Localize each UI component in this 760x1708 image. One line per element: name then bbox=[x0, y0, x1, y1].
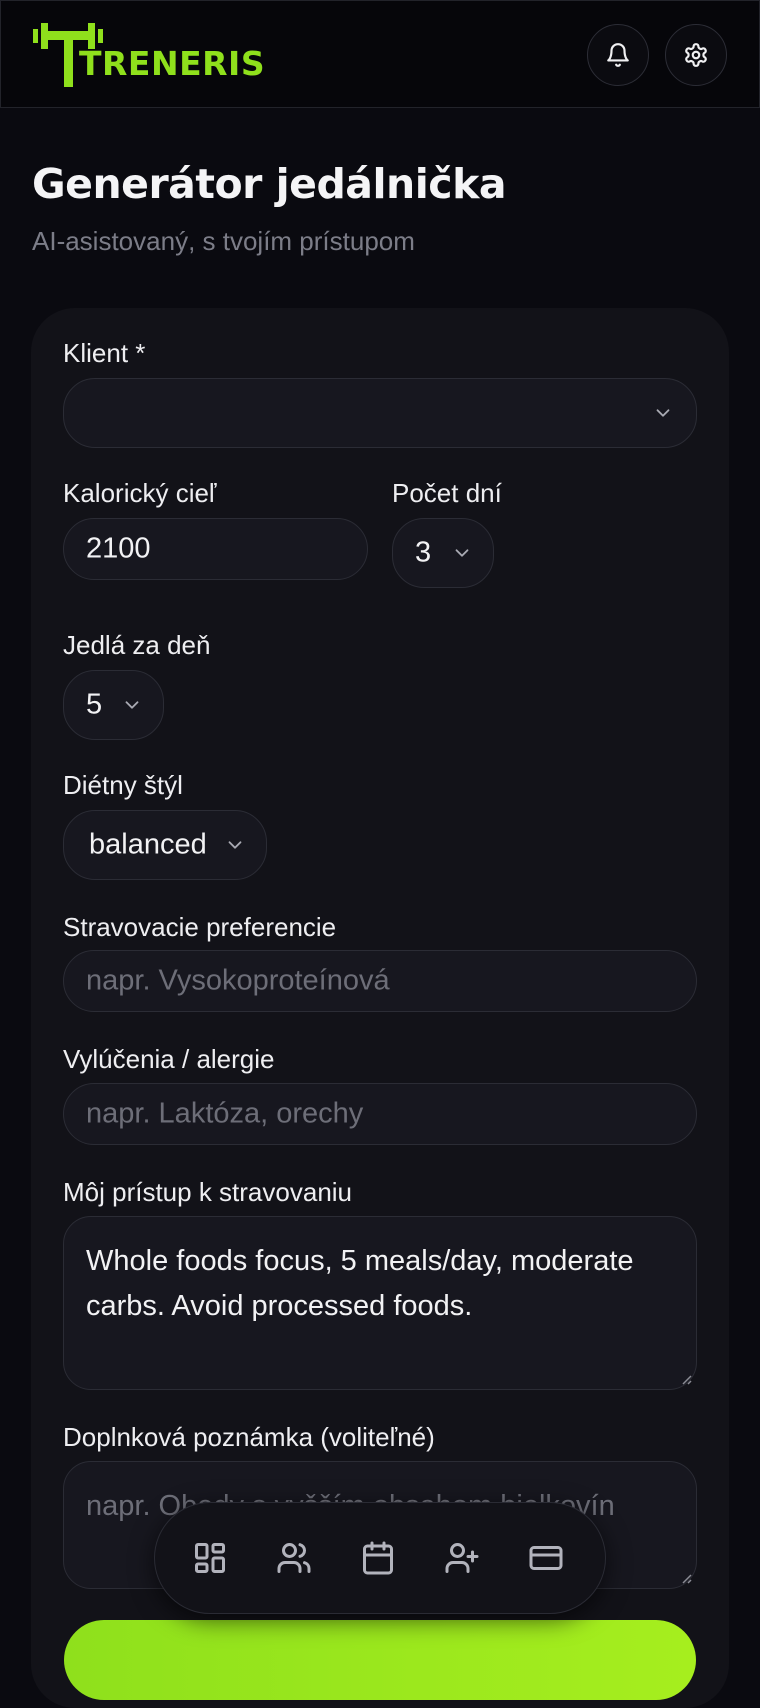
calorie-goal-value: 2100 bbox=[86, 532, 151, 565]
exclusions-label: Vylúčenia / alergie bbox=[63, 1044, 275, 1074]
chevron-down-icon bbox=[652, 402, 674, 424]
chevron-down-icon bbox=[224, 834, 246, 856]
nav-add-client[interactable] bbox=[443, 1539, 481, 1577]
diet-style-value: balanced bbox=[89, 828, 207, 861]
approach-textarea[interactable]: Whole foods focus, 5 meals/day, moderate… bbox=[63, 1216, 697, 1390]
exclusions-input[interactable]: napr. Laktóza, orechy bbox=[63, 1083, 697, 1145]
bell-icon bbox=[607, 43, 629, 67]
meals-per-day-value: 5 bbox=[86, 688, 103, 721]
treneris-logo[interactable]: TRENERIS bbox=[33, 19, 265, 89]
settings-button[interactable] bbox=[665, 24, 727, 86]
approach-text: Whole foods focus, 5 meals/day, moderate… bbox=[86, 1245, 634, 1322]
approach-label: Môj prístup k stravovaniu bbox=[63, 1177, 353, 1207]
nav-payments[interactable] bbox=[527, 1539, 565, 1577]
calendar-icon bbox=[363, 1541, 393, 1575]
generate-button[interactable] bbox=[64, 1620, 696, 1700]
note-label: Doplnková poznámka (voliteľné) bbox=[63, 1422, 435, 1452]
nav-clients[interactable] bbox=[275, 1539, 313, 1577]
calorie-goal-label: Kalorický cieľ bbox=[63, 478, 217, 508]
preferences-label: Stravovacie preferencie bbox=[63, 912, 337, 942]
meals-per-day-label: Jedlá za deň bbox=[63, 630, 211, 660]
client-label: Klient * bbox=[63, 338, 146, 368]
diet-style-select[interactable]: balanced bbox=[63, 810, 267, 880]
calorie-goal-input[interactable]: 2100 bbox=[63, 518, 368, 580]
client-select[interactable] bbox=[63, 378, 697, 448]
gear-icon bbox=[685, 43, 707, 67]
notifications-button[interactable] bbox=[587, 24, 649, 86]
app-header: TRENERIS bbox=[0, 0, 760, 108]
diet-style-label: Diétny štýl bbox=[63, 770, 183, 800]
brand-name: TRENERIS bbox=[79, 44, 266, 83]
preferences-input[interactable]: napr. Vysokoproteínová bbox=[63, 950, 697, 1012]
bottom-navigation bbox=[154, 1502, 606, 1614]
days-label: Počet dní bbox=[392, 478, 502, 508]
users-icon bbox=[277, 1543, 311, 1573]
days-select-value: 3 bbox=[415, 536, 432, 569]
days-select[interactable]: 3 bbox=[392, 518, 494, 588]
exclusions-placeholder: napr. Laktóza, orechy bbox=[86, 1097, 364, 1130]
preferences-placeholder: napr. Vysokoproteínová bbox=[86, 964, 390, 997]
dashboard-icon bbox=[195, 1543, 225, 1573]
nav-calendar[interactable] bbox=[359, 1539, 397, 1577]
meals-per-day-select[interactable]: 5 bbox=[63, 670, 164, 740]
chevron-down-icon bbox=[121, 694, 143, 716]
page-subtitle: AI-asistovaný, s tvojím prístupom bbox=[32, 226, 415, 256]
resize-handle-icon[interactable] bbox=[678, 1371, 692, 1385]
credit-card-icon bbox=[529, 1546, 563, 1570]
user-plus-icon bbox=[445, 1543, 479, 1573]
page-title: Generátor jedálnička bbox=[32, 160, 507, 208]
resize-handle-icon[interactable] bbox=[678, 1570, 692, 1584]
nav-dashboard[interactable] bbox=[191, 1539, 229, 1577]
chevron-down-icon bbox=[451, 542, 473, 564]
